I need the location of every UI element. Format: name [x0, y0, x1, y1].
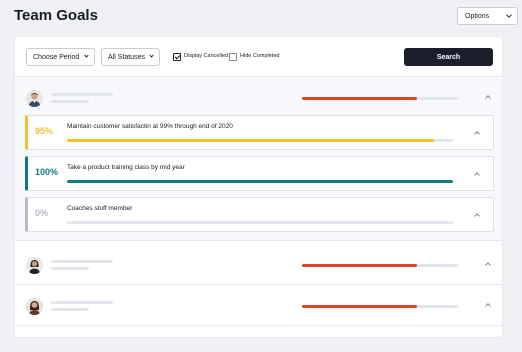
- member-progress-fill: [302, 305, 418, 308]
- goal-progress-bar: [67, 180, 453, 183]
- role-placeholder: [51, 267, 89, 270]
- role-placeholder: [51, 308, 89, 311]
- goal-percent: 100%: [35, 167, 59, 177]
- collapse-icon[interactable]: [474, 213, 480, 219]
- goal-card[interactable]: 0% Coaches stuff member: [25, 197, 494, 232]
- goal-percent: 0%: [35, 208, 49, 218]
- role-placeholder: [51, 100, 89, 103]
- collapse-icon[interactable]: [474, 172, 480, 178]
- goal-progress-bar: [67, 139, 453, 142]
- member-progress-bar: [302, 97, 458, 100]
- page-title: Team Goals: [14, 7, 98, 24]
- goal-title: Coaches stuff member: [67, 205, 133, 212]
- name-placeholder: [51, 93, 113, 96]
- goal-progress-fill: [67, 139, 434, 142]
- name-placeholder: [51, 260, 113, 263]
- chevron-down-icon: [84, 53, 89, 58]
- member-row[interactable]: 95% Maintain customer satisfactin at 99%…: [15, 78, 502, 241]
- expand-icon[interactable]: [485, 262, 491, 268]
- filter-bar: Choose Period All Statuses Display Cance…: [15, 37, 502, 77]
- collapse-icon[interactable]: [474, 131, 480, 137]
- team-goals-card: Choose Period All Statuses Display Cance…: [15, 37, 502, 337]
- goal-card[interactable]: 95% Maintain customer satisfactin at 99%…: [25, 115, 494, 150]
- goal-progress-bar: [67, 221, 453, 224]
- options-label: Options: [465, 12, 490, 20]
- period-select-value: Choose Period: [33, 53, 80, 61]
- chevron-down-icon: [506, 12, 512, 18]
- hide-completed-checkbox[interactable]: [229, 53, 237, 61]
- collapse-icon[interactable]: [485, 95, 491, 101]
- goal-title: Take a product training class by mid yea…: [67, 164, 185, 171]
- goal-progress-fill: [67, 180, 453, 183]
- search-button[interactable]: Search: [404, 48, 493, 66]
- status-select-value: All Statuses: [108, 53, 145, 61]
- goal-percent: 95%: [35, 126, 54, 136]
- member-progress-bar: [302, 264, 458, 267]
- member-progress-fill: [302, 264, 418, 267]
- name-placeholder: [51, 301, 113, 304]
- member-row[interactable]: [15, 286, 502, 326]
- period-select[interactable]: Choose Period: [26, 48, 95, 66]
- member-progress-fill: [302, 97, 418, 100]
- expand-icon[interactable]: [485, 303, 491, 309]
- options-button[interactable]: Options: [457, 7, 518, 25]
- hide-completed-label: Hide Completed: [240, 53, 280, 59]
- chevron-down-icon: [149, 53, 154, 58]
- avatar: [26, 257, 43, 274]
- display-cancelled-checkbox[interactable]: [173, 53, 181, 61]
- member-progress-bar: [302, 305, 458, 308]
- goal-card[interactable]: 100% Take a product training class by mi…: [25, 156, 494, 191]
- avatar: [26, 298, 43, 315]
- member-row[interactable]: [15, 245, 502, 285]
- avatar: [26, 90, 43, 107]
- goal-title: Maintain customer satisfactin at 99% thr…: [67, 123, 233, 130]
- display-cancelled-label: Display Cancelled: [184, 53, 229, 59]
- status-select[interactable]: All Statuses: [101, 48, 160, 66]
